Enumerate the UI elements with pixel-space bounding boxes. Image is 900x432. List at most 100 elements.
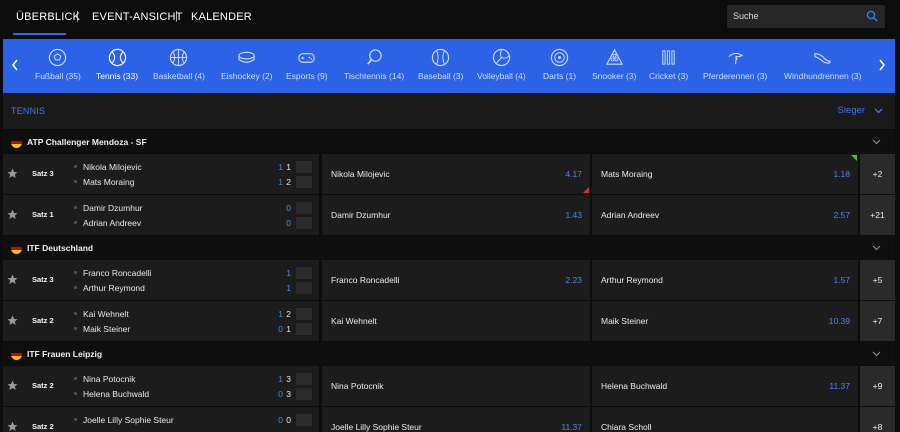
chevron-down-icon[interactable] [872,244,881,251]
sport-item-tennis[interactable]: Tennis (33) [96,48,138,81]
search-placeholder: Suche [733,11,759,21]
sport-item-tischtennis[interactable]: Tischtennis (14) [344,48,404,81]
point-score-box [296,373,312,385]
odds-button-away[interactable]: Adrian Andreev 2.57 [592,195,858,235]
odds-label: Joelle Lilly Sophie Steur [331,422,422,432]
sport-item-darts[interactable]: Darts (1) [543,48,576,81]
set-score: 1 [278,309,283,319]
league-header[interactable]: ITF Frauen Leipzig [3,342,895,365]
player-1-name: Joelle Lilly Sophie Steur [83,415,174,425]
odds-button-home[interactable]: Franco Roncadelli 2.23 [322,260,590,300]
match-info[interactable]: Satz 2 Kai Wehnelt Maik Steiner 1 2 0 1 [3,301,319,341]
chevron-down-icon[interactable] [872,350,881,357]
star-icon[interactable] [7,380,18,391]
set-score: 0 [286,218,291,228]
game-score: 0 [286,415,291,425]
odds-value: 10.39 [828,316,850,326]
game-score: 3 [286,389,291,399]
chevron-down-icon[interactable] [872,138,881,145]
more-markets-button[interactable]: +21 [860,195,895,235]
odds-label: Kai Wehnelt [331,316,377,326]
match-info[interactable]: Satz 3 Nikola Milojevic Mats Moraing 1 1… [3,154,319,194]
baseball-icon [432,48,450,67]
search-input[interactable]: Suche [727,5,885,28]
star-icon[interactable] [7,315,18,326]
sport-item-fussball[interactable]: Fußball (35) [35,48,81,81]
star-icon[interactable] [7,209,18,220]
hockey-puck-icon [238,51,255,63]
tab-event-view[interactable]: EVENT-ANSICHT [92,11,183,23]
odds-up-indicator [851,155,857,161]
odds-button-away[interactable]: Helena Buchwald 11.37 [592,366,858,406]
more-markets-button[interactable]: +8 [860,407,895,432]
set-score: 1 [278,374,283,384]
star-icon[interactable] [7,421,18,432]
sport-item-baseball[interactable]: Baseball (3) [418,48,463,81]
serve-dot [74,271,77,274]
sport-item-windhundrennen[interactable]: Windhundrennen (3) [784,48,862,81]
soccer-ball-icon [49,48,67,67]
sport-item-volleyball[interactable]: Volleyball (4) [477,48,526,81]
match-row: Satz 2 Kai Wehnelt Maik Steiner 1 2 0 1 … [3,301,895,341]
market-selector[interactable]: Sieger [838,105,865,116]
odds-label: Nikola Milojevic [331,169,390,179]
odds-button-away[interactable]: Arthur Reymond 1.57 [592,260,858,300]
odds-value: 1.43 [565,210,582,220]
odds-button-home[interactable]: Damir Dzumhur 1.43 [322,195,590,235]
league-name: ITF Deutschland [27,243,94,253]
odds-button-home[interactable]: Joelle Lilly Sophie Steur 11.37 [322,407,590,432]
league-header[interactable]: ITF Deutschland [3,236,895,259]
search-icon[interactable] [866,10,878,22]
tab-overview[interactable]: ÜBERBLICK [16,11,80,23]
sport-item-cricket[interactable]: Cricket (3) [649,48,688,81]
odds-button-away[interactable]: Mats Moraing 1.18 [592,154,858,194]
more-markets-button[interactable]: +5 [860,260,895,300]
sport-item-basketball[interactable]: Basketball (4) [153,48,205,81]
set-score: 0 [278,389,283,399]
more-markets-button[interactable]: +7 [860,301,895,341]
point-score-box [296,308,312,320]
sport-item-snooker[interactable]: Snooker (3) [592,48,636,81]
sport-item-pferderennen[interactable]: Pferderennen (3) [703,48,767,81]
set-score: 0 [278,324,283,334]
set-label: Satz 2 [32,316,54,325]
match-info[interactable]: Satz 3 Franco Roncadelli Arthur Reymond … [3,260,319,300]
basketball-icon [170,48,188,67]
more-markets-button[interactable]: +2 [860,154,895,194]
odds-button-home[interactable]: Nina Potocnik [322,366,590,406]
point-score-box [296,388,312,400]
odds-button-home[interactable]: Nikola Milojevic 4.17 [322,154,590,194]
chevron-right-icon[interactable] [877,58,887,72]
sport-item-eishockey[interactable]: Eishockey (2) [221,48,273,81]
snooker-balls-icon [605,48,623,65]
star-icon[interactable] [7,274,18,285]
tab-calendar[interactable]: KALENDER [191,11,252,23]
match-info[interactable]: Satz 2 Joelle Lilly Sophie Steur 0 0 [3,407,319,432]
odds-button-away[interactable]: Chiara Scholl [592,407,858,432]
more-markets-button[interactable]: +9 [860,366,895,406]
match-info[interactable]: Satz 2 Nina Potocnik Helena Buchwald 1 3… [3,366,319,406]
serve-dot [74,377,77,380]
set-score: 1 [278,177,283,187]
odds-button-away[interactable]: Maik Steiner 10.39 [592,301,858,341]
match-row: Satz 1 Damir Dzumhur Adrian Andreev 0 0 … [3,195,895,235]
serve-dot [74,327,77,330]
sport-item-esports[interactable]: Esports (9) [286,48,328,81]
point-score-box [296,202,312,214]
chevron-left-icon[interactable] [10,58,20,72]
dartboard-icon [550,48,569,67]
odds-label: Helena Buchwald [601,381,668,391]
odds-button-home[interactable]: Kai Wehnelt [322,301,590,341]
set-label: Satz 2 [32,381,54,390]
point-score-box [296,323,312,335]
serve-dot [74,221,77,224]
chevron-down-icon[interactable] [874,106,883,115]
odds-label: Nina Potocnik [331,381,384,391]
serve-dot [74,418,77,421]
odds-label: Maik Steiner [601,316,649,326]
nav-separator: | [76,10,79,22]
gamepad-icon [298,53,315,63]
match-info[interactable]: Satz 1 Damir Dzumhur Adrian Andreev 0 0 [3,195,319,235]
star-icon[interactable] [7,168,18,179]
league-header[interactable]: ATP Challenger Mendoza - SF [3,130,895,153]
